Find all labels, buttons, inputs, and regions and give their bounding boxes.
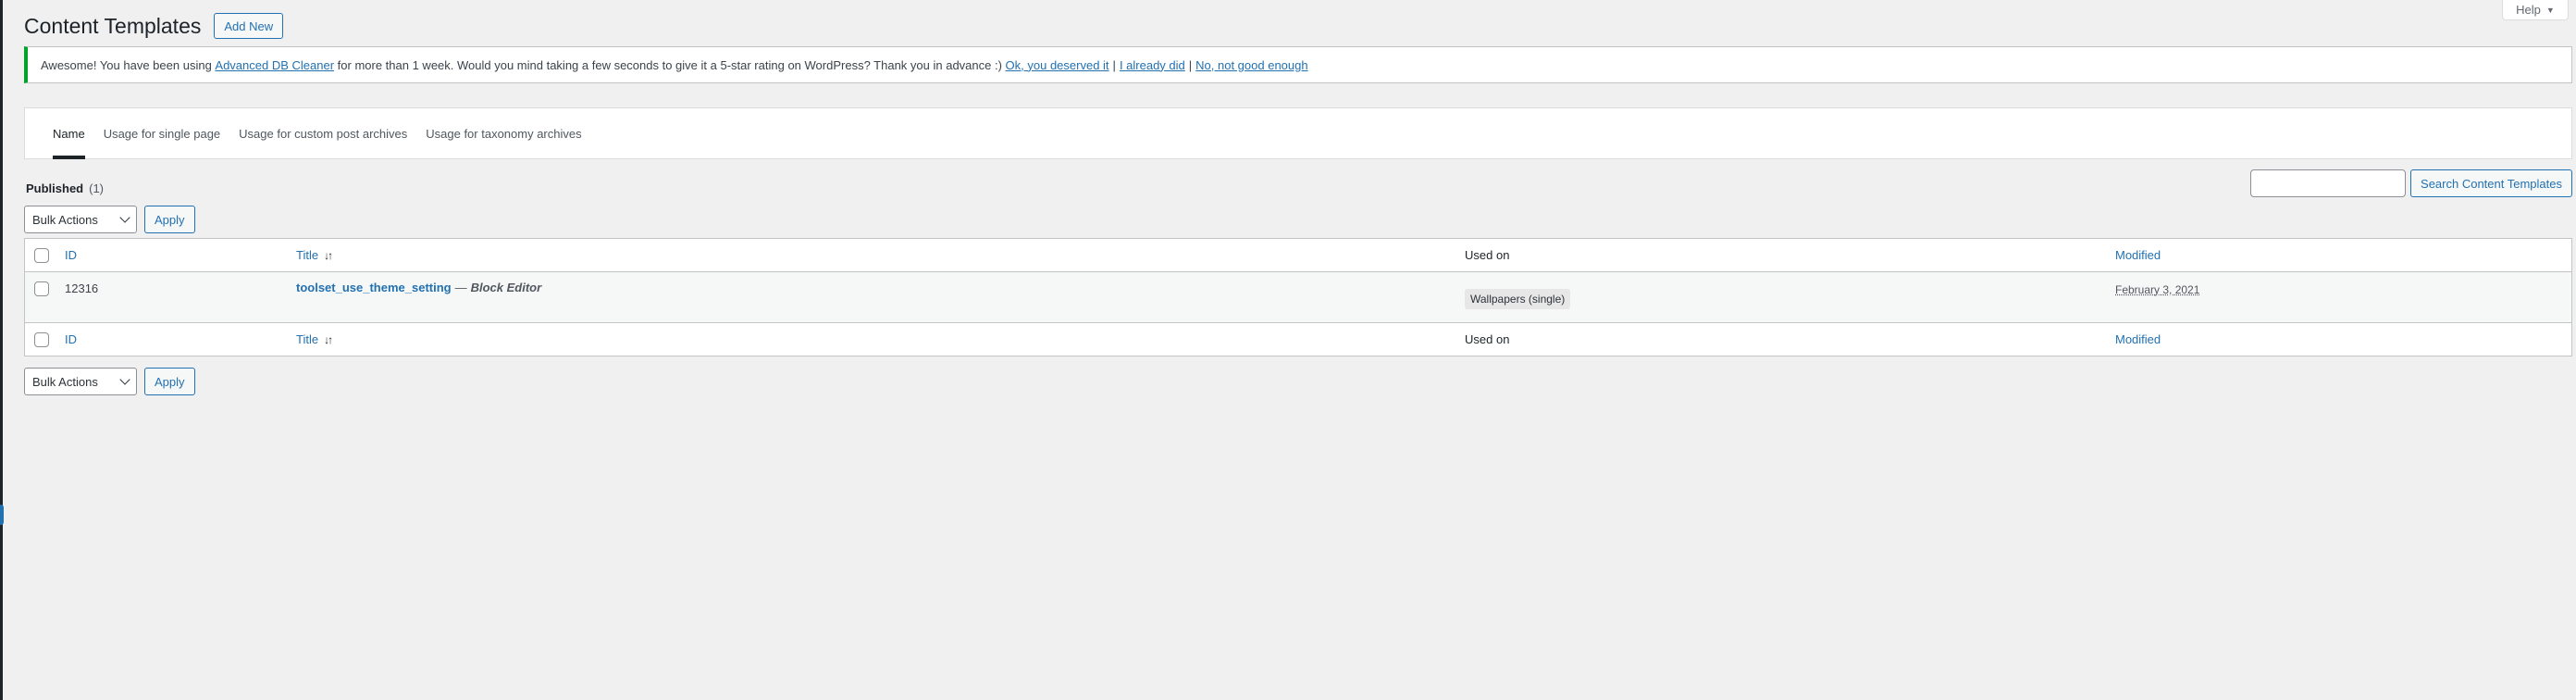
column-title-footer[interactable]: Title ↓↑ — [296, 332, 333, 346]
not-good-link[interactable]: No, not good enough — [1195, 58, 1307, 72]
column-id-header[interactable]: ID — [65, 248, 77, 262]
tab-usage-custom-post-archives[interactable]: Usage for custom post archives — [239, 107, 407, 159]
bulk-actions-bottom: Bulk Actions Apply — [24, 368, 195, 395]
filter-published-count: (1) — [89, 181, 105, 195]
sort-icon: ↓↑ — [324, 333, 333, 346]
admin-sidebar-edge — [0, 0, 4, 700]
apply-button[interactable]: Apply — [144, 206, 195, 233]
status-filter[interactable]: Published (1) — [26, 181, 104, 195]
search-input[interactable] — [2250, 169, 2407, 197]
templates-table: ID Title ↓↑ Used on Modified 12316 toolse… — [24, 238, 2572, 356]
table-footer: ID Title ↓↑ Used on Modified — [25, 323, 2571, 356]
bulk-actions-top: Bulk Actions Apply — [24, 206, 195, 233]
caret-down-icon: ▼ — [2545, 5, 2555, 15]
column-used-on-header: Used on — [1465, 248, 1510, 262]
help-tab-button[interactable]: Help ▼ — [2502, 0, 2569, 20]
row-editor-type: Block Editor — [470, 281, 542, 294]
notice-text-before: Awesome! You have been using — [41, 57, 216, 72]
notice-separator: | — [1112, 57, 1116, 72]
tab-name[interactable]: Name — [53, 107, 85, 159]
column-modified-footer[interactable]: Modified — [2115, 332, 2161, 346]
sort-icon: ↓↑ — [324, 249, 333, 262]
row-checkbox[interactable] — [34, 281, 49, 296]
chevron-down-icon — [119, 374, 130, 385]
bulk-actions-value: Bulk Actions — [32, 212, 98, 227]
tab-usage-taxonomy-archives[interactable]: Usage for taxonomy archives — [426, 107, 581, 159]
notice-text-after: for more than 1 week. Would you mind tak… — [334, 57, 1006, 72]
add-new-button[interactable]: Add New — [214, 13, 284, 39]
chevron-down-icon — [119, 212, 130, 223]
tab-usage-single-page[interactable]: Usage for single page — [104, 107, 220, 159]
page-header: Content Templates Add New — [24, 11, 284, 41]
used-on-badge: Wallpapers (single) — [1465, 289, 1571, 309]
select-all-checkbox[interactable] — [34, 248, 49, 263]
row-modified: February 3, 2021 — [2115, 283, 2200, 296]
plugin-link[interactable]: Advanced DB Cleaner — [215, 58, 334, 72]
bulk-actions-value: Bulk Actions — [32, 374, 98, 389]
page-title: Content Templates — [24, 14, 202, 38]
column-title-footer-label: Title — [296, 332, 319, 346]
column-modified-header[interactable]: Modified — [2115, 248, 2161, 262]
column-title-label: Title — [296, 248, 319, 262]
rate-ok-link[interactable]: Ok, you deserved it — [1006, 58, 1109, 72]
already-did-link[interactable]: I already did — [1120, 58, 1185, 72]
column-id-footer[interactable]: ID — [65, 332, 77, 346]
select-all-checkbox-footer[interactable] — [34, 332, 49, 347]
row-used-on: Wallpapers (single) — [1465, 289, 1571, 309]
rating-notice: Awesome! You have been using Advanced DB… — [24, 46, 2572, 83]
search-box: Search Content Templates — [2250, 169, 2572, 197]
filter-published-label: Published — [26, 181, 84, 195]
row-title-separator: — — [454, 281, 467, 294]
notice-separator: | — [1188, 57, 1193, 72]
column-title-header[interactable]: Title ↓↑ — [296, 248, 333, 262]
column-used-on-footer: Used on — [1465, 332, 1510, 346]
row-id: 12316 — [65, 281, 99, 295]
row-title: toolset_use_theme_setting — Block Editor — [296, 281, 541, 294]
table-row: 12316 toolset_use_theme_setting — Block Ed… — [25, 272, 2571, 323]
row-title-link[interactable]: toolset_use_theme_setting — [296, 281, 452, 294]
help-label: Help — [2516, 3, 2541, 17]
sidebar-current-marker — [0, 505, 4, 525]
search-button[interactable]: Search Content Templates — [2410, 169, 2572, 197]
bulk-actions-select-bottom[interactable]: Bulk Actions — [24, 368, 137, 395]
apply-button-bottom[interactable]: Apply — [144, 368, 195, 395]
bulk-actions-select[interactable]: Bulk Actions — [24, 206, 137, 233]
table-header: ID Title ↓↑ Used on Modified — [25, 239, 2571, 272]
tabs-panel: Name Usage for single page Usage for cus… — [24, 107, 2572, 159]
